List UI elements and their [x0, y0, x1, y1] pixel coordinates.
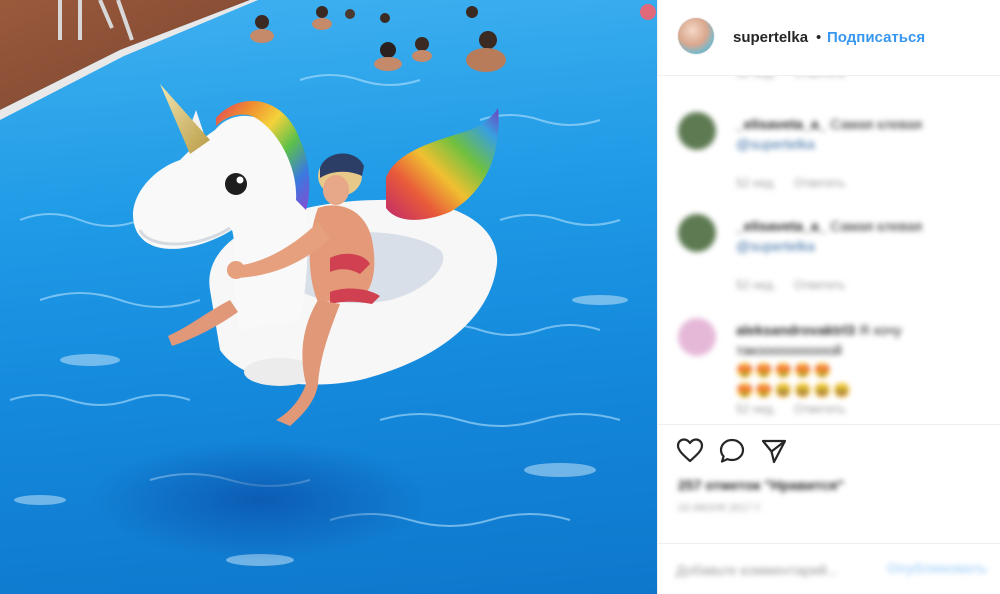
commenter-avatar[interactable]	[678, 112, 716, 150]
commenter-username[interactable]: _elisaveta_a_	[736, 116, 826, 132]
author-username[interactable]: supertelka	[733, 29, 808, 46]
comment-time: 52 нед.	[736, 278, 777, 292]
comment-mention[interactable]: @supertelka	[736, 134, 976, 154]
commenter-avatar[interactable]	[678, 318, 716, 356]
share-arrow-icon[interactable]	[760, 437, 788, 465]
post-sidebar: supertelka • Подписаться 52 нед. Ответить…	[657, 0, 1000, 594]
commenter-username[interactable]: _elisaveta_a_	[736, 218, 826, 234]
reply-button[interactable]: Ответить	[794, 278, 845, 292]
reply-button[interactable]: Ответить	[794, 402, 845, 416]
comment-text: _elisaveta_a_ Самая клевая @supertelka	[736, 216, 976, 256]
comment-body: Самая клевая	[830, 218, 923, 234]
post-timestamp: 24 ИЮНЯ 2017 Г.	[678, 503, 763, 514]
post-actions: 257 отметок "Нравится" 24 ИЮНЯ 2017 Г.	[658, 424, 1000, 544]
comment-body: Самая клевая	[830, 116, 923, 132]
heart-icon[interactable]	[676, 437, 704, 465]
comment-time: 52 нед.	[736, 176, 777, 190]
comment-meta: 52 нед. Ответить	[736, 278, 845, 292]
background-swimmers	[250, 4, 656, 72]
follow-button[interactable]: Подписаться	[827, 29, 925, 46]
comment-meta: 52 нед. Ответить	[736, 176, 845, 190]
comment-emoji-line: 😍😍😆😆😆😆	[736, 382, 853, 398]
pool-scene-image	[0, 0, 656, 566]
post-header: supertelka • Подписаться	[658, 0, 1000, 76]
comment-bubble-icon[interactable]	[718, 437, 746, 465]
commenter-username[interactable]: aleksandrovaktrl3	[736, 322, 855, 338]
instagram-post: supertelka • Подписаться 52 нед. Ответить…	[0, 0, 1000, 594]
commenter-avatar[interactable]	[678, 214, 716, 252]
reply-button[interactable]: Ответить	[794, 176, 845, 190]
comment-text: aleksandrovaktrl3 Я хочу такоооооооооой …	[736, 320, 976, 400]
likes-count[interactable]: 257 отметок "Нравится"	[678, 477, 844, 493]
publish-button[interactable]: Опубликовать	[887, 560, 987, 576]
comment-emoji-line: 😍😍😍😍😍	[736, 362, 834, 378]
add-comment-input[interactable]	[674, 558, 908, 582]
header-separator: •	[816, 29, 822, 46]
comment-input-bar: Опубликовать	[658, 543, 1000, 594]
comment-text: _elisaveta_a_ Самая клевая @supertelka	[736, 114, 976, 154]
comment-meta-scrolled: 52 нед.Ответить	[736, 76, 845, 80]
comment-meta: 52 нед. Ответить	[736, 402, 845, 416]
comments-list[interactable]: 52 нед. Ответить _elisaveta_a_ Самая клев…	[658, 76, 1000, 424]
post-photo[interactable]	[0, 0, 657, 594]
comment-mention[interactable]: @supertelka	[736, 236, 976, 256]
comment-time: 52 нед.	[736, 402, 777, 416]
float-shadow	[90, 440, 430, 560]
author-avatar[interactable]	[678, 18, 714, 54]
